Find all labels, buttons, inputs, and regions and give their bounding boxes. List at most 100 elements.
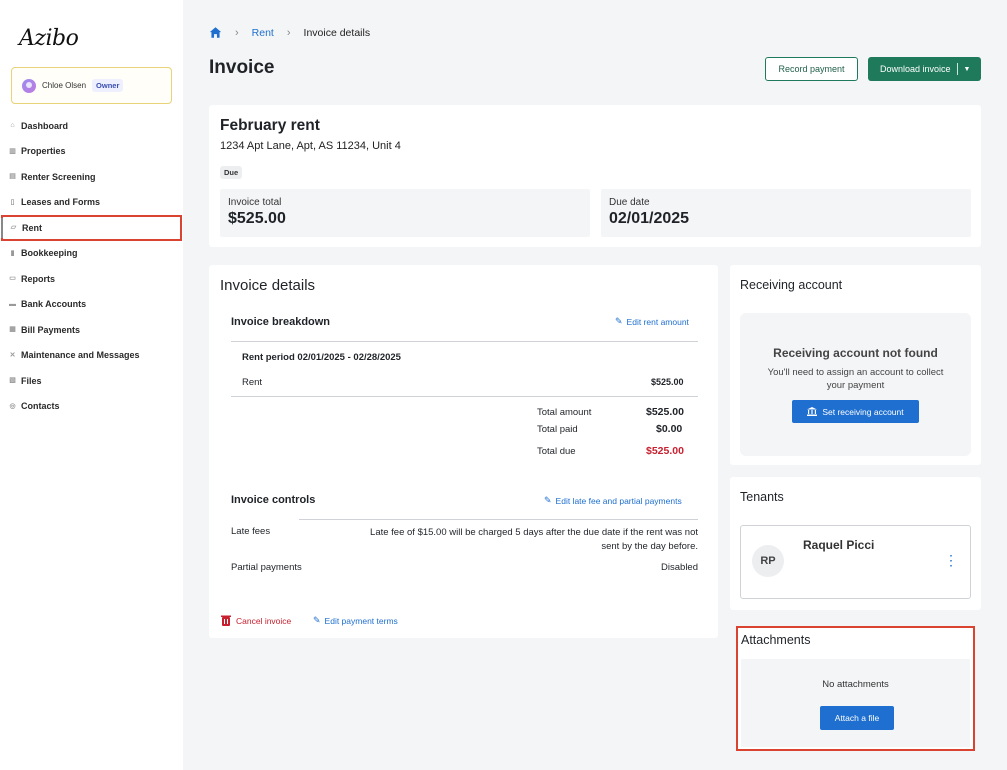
tenants-title: Tenants — [740, 490, 784, 504]
edit-late-fee-label: Edit late fee and partial payments — [555, 495, 682, 506]
invoice-summary-card: February rent 1234 Apt Lane, Apt, AS 112… — [209, 105, 981, 247]
total-paid-value: $0.00 — [656, 423, 683, 435]
sidebar-item-leases[interactable]: ▯ Leases and Forms — [0, 190, 183, 216]
attachments-card: Attachments No attachments Attach a file — [736, 626, 975, 751]
tenant-card[interactable]: RP Raquel Picci ⋮ — [740, 525, 971, 599]
chart-icon: ▱ — [10, 224, 17, 232]
book-icon: ▮ — [10, 249, 15, 257]
sidebar-item-label: Bookkeeping — [21, 248, 78, 259]
receiving-account-message: You'll need to assign an account to coll… — [756, 366, 955, 392]
rent-value: $525.00 — [651, 377, 684, 387]
tenant-name: Raquel Picci — [803, 538, 875, 552]
invoice-total-label: Invoice total — [228, 197, 282, 208]
user-name: Chloe Olsen — [42, 81, 87, 90]
sidebar-item-rent[interactable]: ▱ Rent — [1, 215, 182, 241]
edit-payment-terms-label: Edit payment terms — [324, 615, 398, 626]
home-icon: ⌂ — [10, 122, 15, 130]
cancel-invoice-link[interactable]: Cancel invoice — [221, 615, 291, 626]
breadcrumb-current: Invoice details — [303, 26, 371, 39]
total-due-label: Total due — [537, 446, 576, 457]
avatar — [22, 78, 36, 93]
more-options-icon[interactable]: ⋮ — [944, 553, 958, 567]
set-receiving-account-button[interactable]: Set receiving account — [792, 400, 919, 423]
divider — [231, 396, 698, 397]
role-badge: Owner — [92, 79, 124, 92]
home-icon[interactable] — [209, 26, 222, 39]
sidebar-nav: ⌂ Dashboard ▥ Properties ▤ Renter Screening… — [0, 113, 183, 419]
attach-file-button[interactable]: Attach a file — [820, 706, 894, 730]
download-invoice-button[interactable]: Download invoice ▼ — [868, 57, 981, 81]
invoice-total-box: Invoice total $525.00 — [220, 189, 590, 237]
contacts-icon: ◎ — [9, 402, 16, 410]
partial-payments-value: Disabled — [661, 562, 698, 573]
sidebar-item-label: Bank Accounts — [21, 299, 87, 310]
edit-late-fee-link[interactable]: ✎ Edit late fee and partial payments — [544, 495, 682, 506]
property-address: 1234 Apt Lane, Apt, AS 11234, Unit 4 — [220, 140, 401, 152]
sidebar-item-contacts[interactable]: ◎ Contacts — [0, 394, 183, 420]
due-date-value: 02/01/2025 — [609, 210, 690, 227]
due-date-label: Due date — [609, 197, 650, 208]
rent-period: Rent period 02/01/2025 - 02/28/2025 — [242, 352, 401, 363]
sidebar-item-label: Renter Screening — [21, 171, 96, 182]
total-amount-value: $525.00 — [646, 406, 684, 418]
download-invoice-label: Download invoice — [880, 64, 951, 74]
invoice-breakdown-title: Invoice breakdown — [231, 316, 331, 328]
total-due-value: $525.00 — [646, 445, 684, 457]
sidebar-item-label: Reports — [21, 273, 56, 284]
receiving-account-not-found: Receiving account not found — [773, 346, 938, 360]
building-icon: ▥ — [9, 147, 16, 155]
clipboard-icon: ▤ — [9, 173, 16, 181]
bill-icon: ▦ — [9, 326, 16, 334]
edit-payment-terms-link[interactable]: ✎ Edit payment terms — [313, 615, 398, 626]
invoice-controls-title: Invoice controls — [231, 494, 316, 506]
message-line: You'll need to assign an account to coll… — [767, 367, 944, 378]
bank-icon: ▬ — [9, 300, 16, 308]
sidebar-item-label: Dashboard — [21, 120, 69, 131]
message-line: your payment — [826, 380, 885, 391]
user-card[interactable]: Chloe Olsen Owner — [11, 67, 172, 104]
app-logo[interactable]: Azibo — [19, 26, 79, 51]
tenants-card: Tenants RP Raquel Picci ⋮ — [730, 477, 981, 610]
main-content: › Rent › Invoice details Invoice Record … — [183, 0, 1007, 770]
sidebar-item-dashboard[interactable]: ⌂ Dashboard — [0, 113, 183, 139]
sidebar-item-bill-payments[interactable]: ▦ Bill Payments — [0, 317, 183, 343]
receiving-account-title: Receiving account — [740, 278, 843, 292]
edit-rent-amount-link[interactable]: ✎ Edit rent amount — [615, 316, 689, 327]
sidebar-item-reports[interactable]: ▭ Reports — [0, 266, 183, 292]
sidebar-item-label: Rent — [22, 222, 42, 233]
wrench-icon: ✕ — [9, 351, 16, 359]
sidebar-item-files[interactable]: ▧ Files — [0, 368, 183, 394]
late-fees-label: Late fees — [231, 526, 271, 537]
status-badge: Due — [220, 166, 243, 179]
edit-rent-amount-label: Edit rent amount — [626, 316, 689, 327]
trash-icon — [221, 615, 231, 626]
sidebar-item-label: Leases and Forms — [21, 197, 101, 208]
sidebar-item-bookkeeping[interactable]: ▮ Bookkeeping — [0, 241, 183, 267]
set-receiving-account-label: Set receiving account — [822, 406, 904, 417]
invoice-total-value: $525.00 — [228, 210, 286, 227]
sidebar-item-label: Files — [21, 375, 42, 386]
partial-payments-label: Partial payments — [231, 562, 302, 573]
bank-icon — [807, 407, 818, 416]
sidebar-item-maintenance[interactable]: ✕ Maintenance and Messages — [0, 343, 183, 369]
late-fees-description: Late fee of $15.00 will be charged 5 day… — [370, 526, 698, 554]
receiving-account-card: Receiving account Receiving account not … — [730, 265, 981, 465]
sidebar-item-bank-accounts[interactable]: ▬ Bank Accounts — [0, 292, 183, 318]
rent-label: Rent — [242, 377, 263, 388]
invoice-name: February rent — [220, 117, 320, 134]
avatar: RP — [752, 545, 784, 577]
cancel-invoice-label: Cancel invoice — [236, 615, 292, 626]
sidebar-item-renter-screening[interactable]: ▤ Renter Screening — [0, 164, 183, 190]
no-attachments-text: No attachments — [822, 679, 889, 690]
caret-down-icon[interactable]: ▼ — [964, 66, 971, 73]
page-title: Invoice — [209, 57, 275, 78]
chevron-right-icon: › — [235, 26, 239, 39]
breadcrumb-rent-link[interactable]: Rent — [252, 27, 274, 39]
button-divider — [956, 63, 958, 75]
sidebar-item-label: Contacts — [21, 401, 60, 412]
late-fees-line: sent by the day before. — [601, 541, 698, 552]
record-payment-button[interactable]: Record payment — [765, 57, 858, 81]
sidebar-item-properties[interactable]: ▥ Properties — [0, 139, 183, 165]
folder-icon: ▧ — [9, 377, 16, 385]
document-icon: ▯ — [10, 198, 15, 206]
